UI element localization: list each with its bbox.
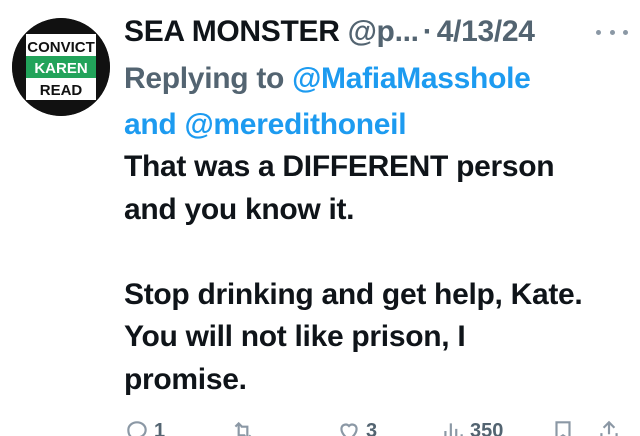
dot-icon <box>623 29 628 35</box>
tweet-date[interactable]: 4/13/24 <box>437 12 535 52</box>
tweet-text: That was a DIFFERENT person and you know… <box>124 146 634 401</box>
avatar-text-bottom: READ <box>40 82 83 99</box>
avatar[interactable]: CONVICT KAREN READ <box>12 18 110 116</box>
avatar-text-middle: KAREN <box>34 60 87 77</box>
avatar-image: CONVICT KAREN READ <box>12 18 110 116</box>
replying-prefix: Replying to <box>124 62 285 95</box>
tweet-header: SEA MONSTER @p... · 4/13/24 <box>124 10 535 54</box>
reply-button[interactable]: 1 <box>124 418 165 436</box>
tweet-text-line: promise. <box>124 362 247 396</box>
reply-count: 1 <box>154 420 166 436</box>
like-button[interactable]: 3 <box>336 418 377 436</box>
user-handle[interactable]: @p... <box>348 12 419 52</box>
mention-link[interactable]: @meredithoneil <box>184 108 406 141</box>
share-button[interactable] <box>596 418 622 436</box>
display-name[interactable]: SEA MONSTER <box>124 12 340 52</box>
bookmark-icon <box>555 421 571 436</box>
heart-icon <box>340 423 358 436</box>
more-options-icon[interactable] <box>596 22 628 42</box>
retweet-button[interactable] <box>230 418 260 436</box>
tweet-text-line: Stop drinking and get help, Kate. <box>124 277 583 311</box>
tweet-text-line: That was a DIFFERENT person <box>124 150 555 183</box>
views-count: 350 <box>470 420 504 436</box>
dot-icon <box>596 29 601 35</box>
share-icon <box>600 420 618 436</box>
conjunction: and <box>124 108 177 141</box>
tweet-text-line: You will not like prison, I <box>124 320 466 353</box>
replying-to: Replying to @MafiaMasshole and @meredith… <box>124 56 624 148</box>
separator-dot: · <box>422 15 433 48</box>
reply-icon <box>127 421 147 436</box>
dot-icon <box>609 29 615 35</box>
tweet: CONVICT KAREN READ SEA MONSTER @p... · 4… <box>0 0 640 436</box>
bookmark-button[interactable] <box>550 418 576 436</box>
tweet-text-line: and you know it. <box>124 192 355 226</box>
avatar-text-top: CONVICT <box>27 39 95 56</box>
action-bar: 1 3 350 <box>118 416 640 436</box>
mention-link[interactable]: @MafiaMasshole <box>292 62 531 95</box>
views-button[interactable]: 350 <box>440 418 503 436</box>
views-icon <box>444 423 463 436</box>
retweet-icon <box>234 421 252 436</box>
like-count: 3 <box>366 420 378 436</box>
tweet-text-gap <box>124 231 634 274</box>
